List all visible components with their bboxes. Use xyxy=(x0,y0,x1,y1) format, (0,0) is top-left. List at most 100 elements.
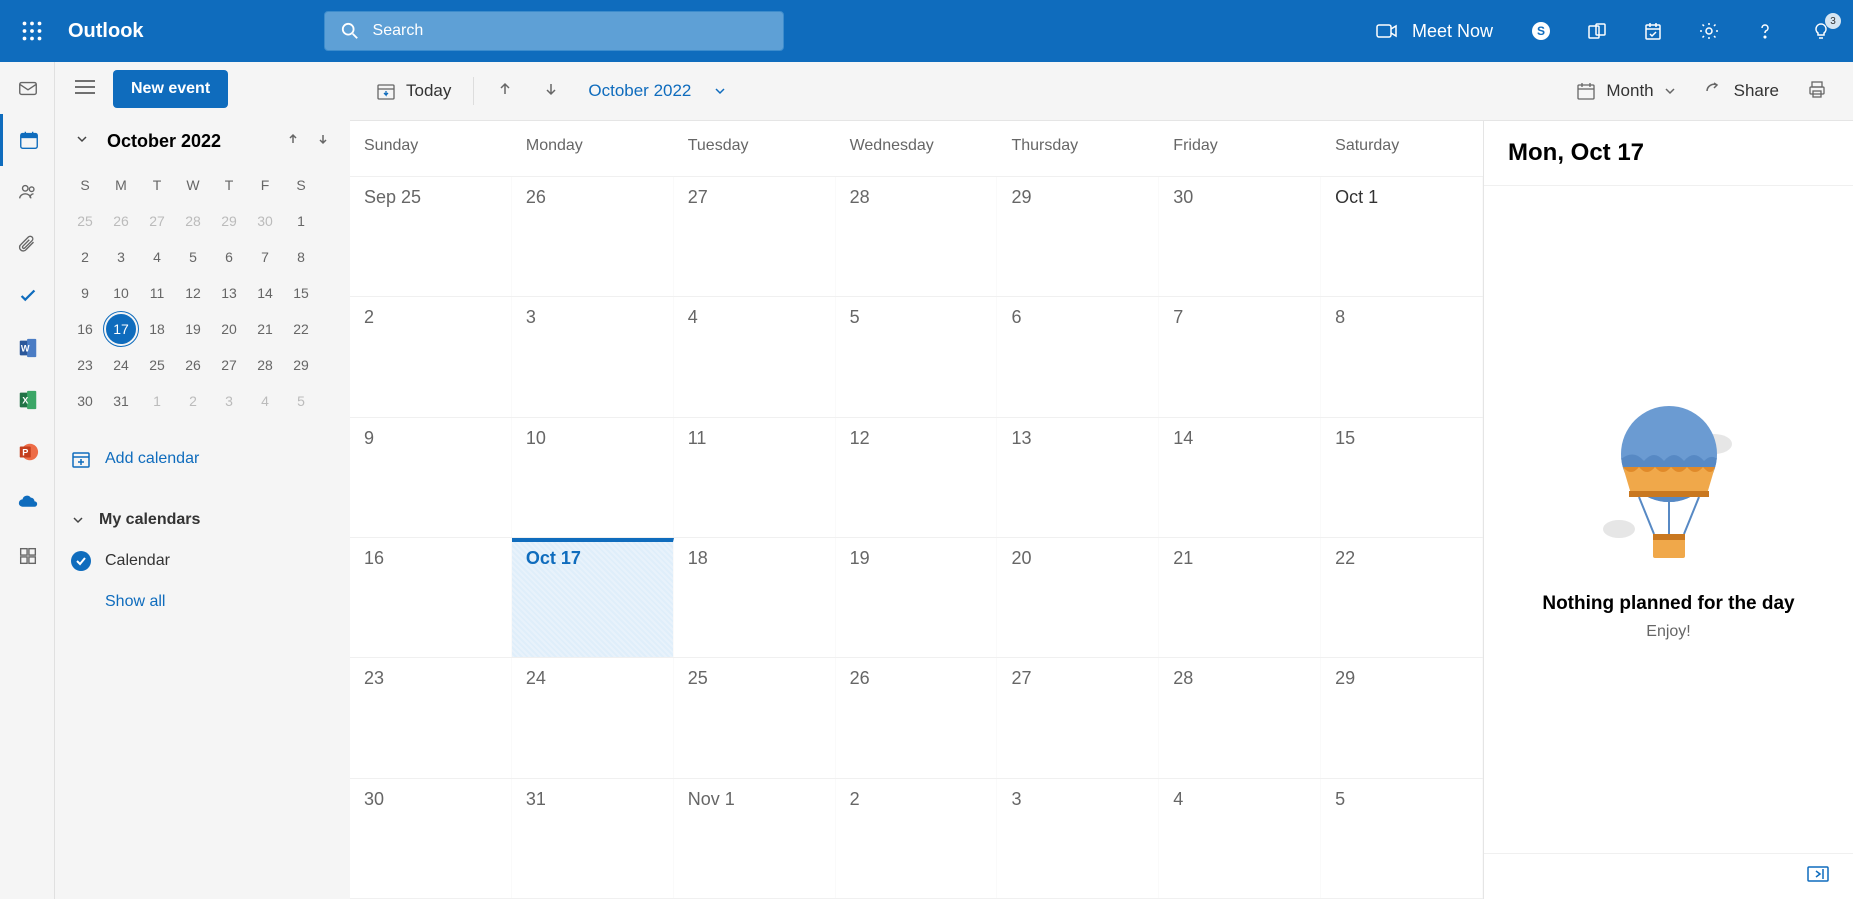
sidebar-toggle[interactable] xyxy=(67,71,103,108)
rail-powerpoint[interactable]: P xyxy=(0,426,55,478)
mini-day-cell[interactable]: 28 xyxy=(175,203,211,239)
mini-day-cell[interactable]: 10 xyxy=(103,275,139,311)
calendar-day-cell[interactable]: 30 xyxy=(350,779,512,898)
calendar-day-cell[interactable]: 29 xyxy=(997,177,1159,296)
app-launcher-button[interactable] xyxy=(8,7,56,55)
mini-day-cell[interactable]: 24 xyxy=(103,347,139,383)
calendar-day-cell[interactable]: 26 xyxy=(512,177,674,296)
mini-prev-month[interactable] xyxy=(282,128,304,155)
show-all-button[interactable]: Show all xyxy=(67,581,338,623)
mini-day-cell[interactable]: 5 xyxy=(283,383,319,419)
mini-day-cell[interactable]: 20 xyxy=(211,311,247,347)
mini-day-cell[interactable]: 6 xyxy=(211,239,247,275)
calendar-day-cell[interactable]: 18 xyxy=(674,538,836,657)
settings-button[interactable] xyxy=(1685,7,1733,55)
rail-onedrive[interactable] xyxy=(0,478,55,530)
mini-day-cell[interactable]: 22 xyxy=(283,311,319,347)
mini-day-cell[interactable]: 18 xyxy=(139,311,175,347)
search-input[interactable] xyxy=(373,22,767,40)
mini-day-cell[interactable]: 25 xyxy=(139,347,175,383)
calendar-day-cell[interactable]: 23 xyxy=(350,658,512,777)
mini-day-cell[interactable]: 30 xyxy=(247,203,283,239)
calendar-day-cell[interactable]: 28 xyxy=(836,177,998,296)
calendar-day-cell[interactable]: 11 xyxy=(674,418,836,537)
search-box[interactable] xyxy=(324,11,784,51)
today-button[interactable]: Today xyxy=(364,73,463,109)
calendar-day-cell[interactable]: 25 xyxy=(674,658,836,777)
calendar-day-cell[interactable]: Oct 17 xyxy=(512,538,674,657)
mini-day-cell[interactable]: 27 xyxy=(139,203,175,239)
calendar-day-cell[interactable]: Sep 25 xyxy=(350,177,512,296)
calendar-day-cell[interactable]: 22 xyxy=(1321,538,1483,657)
calendar-day-cell[interactable]: 27 xyxy=(674,177,836,296)
calendar-day-cell[interactable]: 30 xyxy=(1159,177,1321,296)
calendar-day-cell[interactable]: 14 xyxy=(1159,418,1321,537)
calendar-day-cell[interactable]: 3 xyxy=(512,297,674,416)
calendar-day-cell[interactable]: 3 xyxy=(997,779,1159,898)
rail-apps[interactable] xyxy=(0,530,55,582)
calendar-checkbox[interactable] xyxy=(71,551,91,571)
mini-day-cell[interactable]: 30 xyxy=(67,383,103,419)
teams-button[interactable] xyxy=(1573,7,1621,55)
calendar-day-cell[interactable]: 31 xyxy=(512,779,674,898)
calendar-day-cell[interactable]: 2 xyxy=(350,297,512,416)
mini-day-cell[interactable]: 4 xyxy=(139,239,175,275)
rail-mail[interactable] xyxy=(0,62,55,114)
mini-day-cell[interactable]: 21 xyxy=(247,311,283,347)
calendar-day-cell[interactable]: 12 xyxy=(836,418,998,537)
calendar-day-cell[interactable]: 2 xyxy=(836,779,998,898)
mini-day-cell[interactable]: 31 xyxy=(103,383,139,419)
rail-files[interactable] xyxy=(0,218,55,270)
tasks-button[interactable] xyxy=(1629,7,1677,55)
calendar-day-cell[interactable]: 26 xyxy=(836,658,998,777)
calendar-day-cell[interactable]: 9 xyxy=(350,418,512,537)
calendar-day-cell[interactable]: 20 xyxy=(997,538,1159,657)
skype-button[interactable]: S xyxy=(1517,7,1565,55)
share-button[interactable]: Share xyxy=(1692,73,1791,109)
mini-day-cell[interactable]: 4 xyxy=(247,383,283,419)
calendar-day-cell[interactable]: 16 xyxy=(350,538,512,657)
mini-day-cell[interactable]: 3 xyxy=(211,383,247,419)
mini-day-cell[interactable]: 2 xyxy=(67,239,103,275)
rail-word[interactable]: W xyxy=(0,322,55,374)
mini-day-cell[interactable]: 11 xyxy=(139,275,175,311)
help-button[interactable] xyxy=(1741,7,1789,55)
brand-title[interactable]: Outlook xyxy=(68,20,144,43)
calendar-day-cell[interactable]: 27 xyxy=(997,658,1159,777)
calendar-day-cell[interactable]: 8 xyxy=(1321,297,1483,416)
rail-excel[interactable]: X xyxy=(0,374,55,426)
calendar-day-cell[interactable]: 4 xyxy=(674,297,836,416)
prev-period-button[interactable] xyxy=(484,72,526,111)
new-event-button[interactable]: New event xyxy=(113,70,228,108)
calendar-list-item[interactable]: Calendar xyxy=(67,541,338,581)
mini-day-cell[interactable]: 26 xyxy=(175,347,211,383)
rail-todo[interactable] xyxy=(0,270,55,322)
calendar-day-cell[interactable]: 15 xyxy=(1321,418,1483,537)
calendar-day-cell[interactable]: 10 xyxy=(512,418,674,537)
calendar-day-cell[interactable]: Nov 1 xyxy=(674,779,836,898)
mini-day-cell[interactable]: 29 xyxy=(283,347,319,383)
add-calendar-button[interactable]: Add calendar xyxy=(67,437,338,481)
calendar-day-cell[interactable]: 6 xyxy=(997,297,1159,416)
calendar-day-cell[interactable]: 21 xyxy=(1159,538,1321,657)
mini-day-cell[interactable]: 7 xyxy=(247,239,283,275)
panel-collapse-button[interactable] xyxy=(1807,866,1829,887)
mini-day-cell[interactable]: 8 xyxy=(283,239,319,275)
calendar-day-cell[interactable]: 24 xyxy=(512,658,674,777)
calendar-day-cell[interactable]: 5 xyxy=(1321,779,1483,898)
mini-day-cell[interactable]: 3 xyxy=(103,239,139,275)
mini-day-cell[interactable]: 5 xyxy=(175,239,211,275)
mini-day-cell[interactable]: 26 xyxy=(103,203,139,239)
mini-day-cell[interactable]: 28 xyxy=(247,347,283,383)
calendar-day-cell[interactable]: 4 xyxy=(1159,779,1321,898)
mini-day-cell[interactable]: 27 xyxy=(211,347,247,383)
mini-day-cell[interactable]: 23 xyxy=(67,347,103,383)
tips-button[interactable]: 3 xyxy=(1797,7,1845,55)
mini-day-cell[interactable]: 13 xyxy=(211,275,247,311)
rail-calendar[interactable] xyxy=(0,114,55,166)
calendar-day-cell[interactable]: Oct 1 xyxy=(1321,177,1483,296)
mini-day-cell[interactable]: 14 xyxy=(247,275,283,311)
print-button[interactable] xyxy=(1795,71,1839,112)
my-calendars-toggle[interactable]: My calendars xyxy=(67,499,338,541)
mini-day-cell[interactable]: 1 xyxy=(139,383,175,419)
